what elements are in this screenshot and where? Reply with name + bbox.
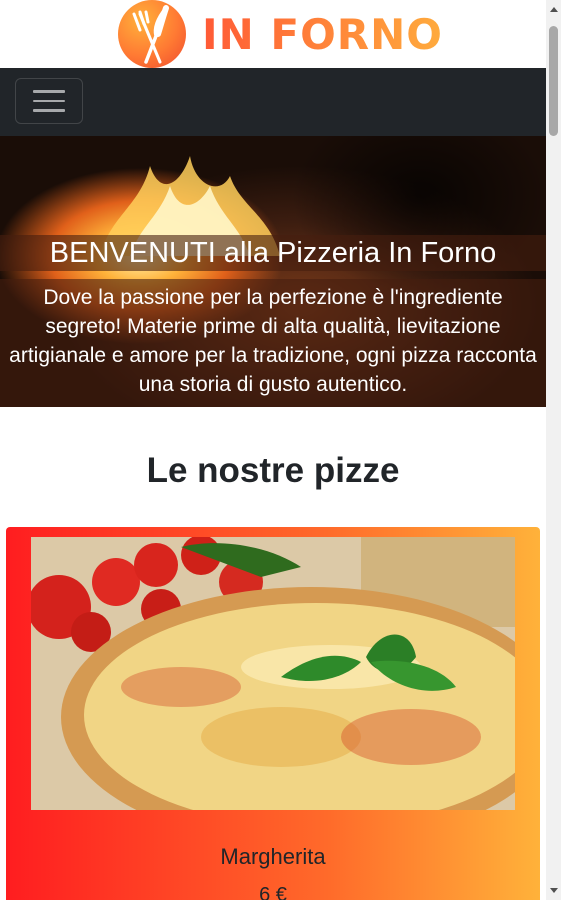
- hero-banner: BENVENUTI alla Pizzeria In Forno Dove la…: [0, 136, 546, 407]
- site-logo[interactable]: IN FORNO: [118, 0, 443, 68]
- scrollbar-thumb[interactable]: [549, 26, 558, 136]
- pizza-price: 6 €: [259, 884, 287, 900]
- scroll-down-arrow-icon[interactable]: [550, 888, 558, 893]
- hero-subtitle: Dove la passione per la perfezione è l'i…: [0, 279, 546, 407]
- scrollbar[interactable]: [546, 0, 561, 900]
- hamburger-menu-icon[interactable]: [15, 78, 83, 124]
- hero-title: BENVENUTI alla Pizzeria In Forno: [0, 235, 546, 271]
- navbar: [0, 68, 546, 136]
- section-heading: Le nostre pizze: [146, 451, 400, 490]
- pizza-card[interactable]: Margherita 6 €: [6, 527, 540, 900]
- logo-text: IN FORNO: [202, 9, 443, 59]
- page: IN FORNO BENVENUTI alla Pizzeria In Forn…: [0, 0, 546, 900]
- pizza-name: Margherita: [220, 844, 326, 869]
- hero-text-block: BENVENUTI alla Pizzeria In Forno Dove la…: [0, 235, 546, 407]
- scroll-up-arrow-icon[interactable]: [550, 7, 558, 12]
- pizza-image: [31, 537, 515, 810]
- site-header: IN FORNO: [0, 0, 546, 68]
- fork-knife-icon: [118, 0, 186, 68]
